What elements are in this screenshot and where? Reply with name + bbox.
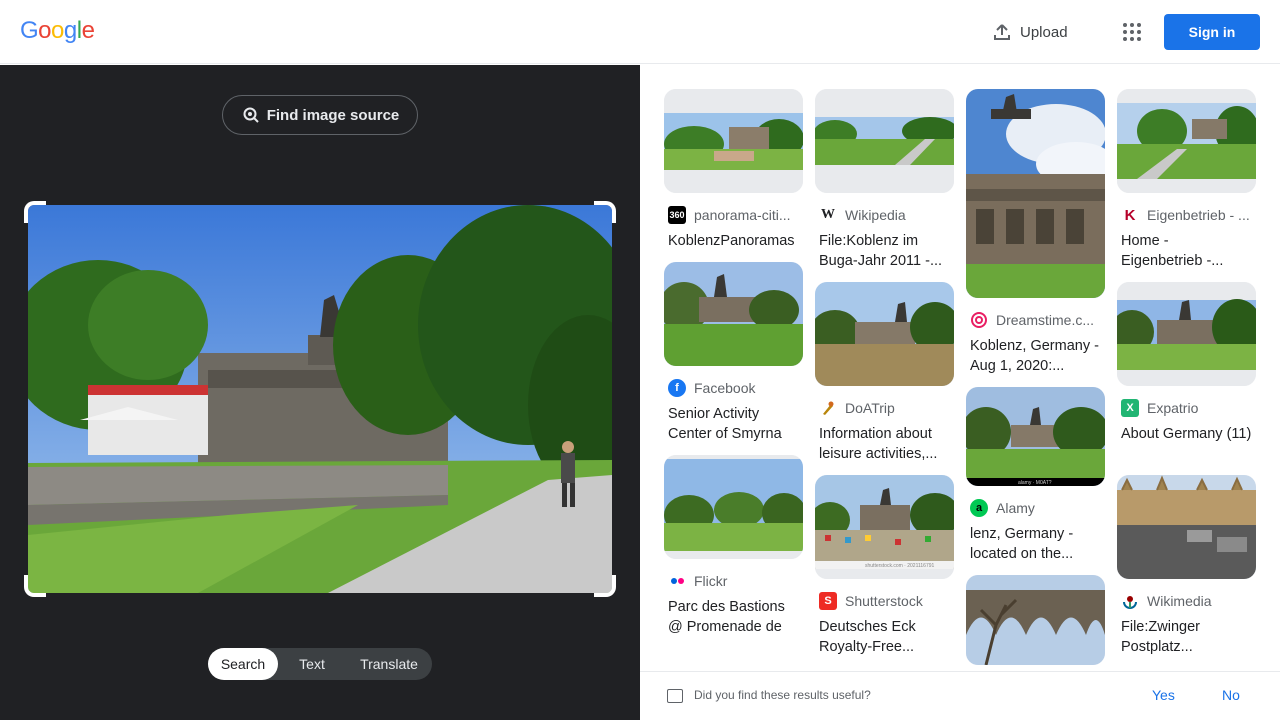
expatrio-icon: X — [1121, 399, 1139, 417]
result-source: X Expatrio — [1121, 398, 1256, 418]
result-source: W Wikipedia — [819, 206, 906, 224]
result-thumbnail — [1117, 89, 1256, 193]
result-title: Information about leisure activities,... — [819, 426, 938, 462]
result-source: Wikimedia — [1121, 591, 1256, 611]
result-thumbnail — [1117, 475, 1256, 579]
doatrip-icon — [819, 399, 837, 417]
result-thumbnail — [664, 89, 803, 193]
feedback-no-button[interactable]: No — [1222, 687, 1240, 703]
result-thumbnail — [664, 262, 803, 366]
logo-letter: e — [81, 17, 95, 44]
tab-translate[interactable]: Translate — [346, 648, 432, 680]
result-card[interactable]: 360 panorama-citi... KoblenzPanoramas — [664, 89, 803, 251]
feedback-bar: Did you find these results useful? Yes N… — [640, 671, 1280, 720]
crop-frame[interactable] — [24, 201, 616, 597]
crop-corner-bottom-right[interactable] — [594, 575, 616, 597]
results-column: Dreamstime.c... Koblenz, Germany - Aug 1… — [966, 89, 1105, 665]
result-card[interactable]: DoATrip Information about leisure activi… — [815, 282, 954, 464]
logo-letter: g — [63, 17, 77, 44]
svg-text:shutterstock.com · 2021116791: shutterstock.com · 2021116791 — [865, 563, 935, 569]
result-card[interactable]: Wikimedia File:Zwinger Postplatz... — [1117, 475, 1256, 657]
result-title: KoblenzPanoramas — [668, 233, 795, 249]
result-source: 360 panorama-citi... — [668, 206, 791, 224]
result-card[interactable]: shutterstock.com · 2021116791 S Shutters… — [815, 475, 954, 657]
result-source: S Shutterstock — [819, 591, 954, 611]
result-card[interactable]: K Eigenbetrieb - ... Home - Eigenbetrieb… — [1117, 89, 1256, 271]
result-card[interactable]: f Facebook Senior Activity Center of Smy… — [664, 262, 803, 444]
result-title: Deutsches Eck Royalty-Free... — [819, 619, 916, 655]
logo-letter: o — [51, 17, 64, 44]
find-image-source-button[interactable]: Find image source — [222, 95, 418, 135]
results-column: K Eigenbetrieb - ... Home - Eigenbetrieb… — [1117, 89, 1256, 657]
result-source: Dreamstime.c... — [970, 310, 1105, 330]
query-image-panel: Find image source Search Text Translate — [0, 65, 640, 720]
results-column: W Wikipedia File:Koblenz im Buga-Jahr 20… — [815, 89, 954, 657]
find-image-source-label: Find image source — [266, 106, 400, 124]
result-thumbnail — [815, 89, 954, 193]
google-logo[interactable]: Google — [20, 17, 95, 45]
result-source: DoATrip — [819, 398, 954, 418]
result-thumbnail: shutterstock.com · 2021116791 — [815, 475, 954, 579]
feedback-question: Did you find these results useful? — [694, 688, 871, 702]
result-title: Home - Eigenbetrieb -... — [1121, 233, 1224, 269]
result-thumbnail — [1117, 282, 1256, 386]
alamy-icon: a — [970, 499, 988, 517]
query-photo — [28, 205, 612, 593]
result-thumbnail — [664, 455, 803, 559]
result-thumbnail — [966, 89, 1105, 298]
result-title: File:Zwinger Postplatz... — [1121, 619, 1200, 655]
panorama-favicon-icon: 360 — [668, 206, 686, 224]
upload-label: Upload — [1020, 23, 1068, 41]
top-header: Google Upload Sign in — [0, 0, 1280, 64]
upload-button[interactable]: Upload — [992, 20, 1068, 44]
logo-letter: G — [20, 17, 39, 44]
result-card[interactable]: Dreamstime.c... Koblenz, Germany - Aug 1… — [966, 89, 1105, 376]
result-card[interactable] — [966, 575, 1105, 665]
shutterstock-icon: S — [819, 592, 837, 610]
result-title: Koblenz, Germany - Aug 1, 2020:... — [970, 338, 1099, 374]
wikipedia-icon: W — [819, 206, 837, 224]
result-source: f Facebook — [668, 378, 803, 398]
tab-search[interactable]: Search — [208, 648, 278, 680]
sign-in-button[interactable]: Sign in — [1164, 14, 1260, 50]
dreamstime-icon — [970, 311, 988, 329]
feedback-yes-button[interactable]: Yes — [1152, 687, 1175, 703]
result-thumbnail: alamy · M0AT? — [966, 387, 1105, 486]
result-source: a Alamy — [970, 498, 1105, 518]
wikimedia-icon — [1121, 592, 1139, 610]
result-thumbnail — [966, 575, 1105, 665]
feedback-icon — [667, 689, 683, 703]
mode-switcher: Search Text Translate — [208, 648, 432, 680]
logo-letter: o — [38, 17, 52, 44]
crop-corner-bottom-left[interactable] — [24, 575, 46, 597]
result-source: Flickr — [668, 571, 803, 591]
results-column: 360 panorama-citi... KoblenzPanoramas f … — [664, 89, 803, 637]
tab-text[interactable]: Text — [278, 648, 346, 680]
eigenbetrieb-icon: K — [1121, 206, 1139, 224]
result-title: File:Koblenz im Buga-Jahr 2011 -... — [819, 233, 943, 269]
result-title: lenz, Germany - located on the... — [970, 526, 1074, 562]
lens-search-icon — [243, 107, 259, 123]
visual-matches-panel: 360 panorama-citi... KoblenzPanoramas f … — [640, 65, 1280, 720]
result-card[interactable]: Flickr Parc des Bastions @ Promenade de … — [664, 455, 803, 637]
result-title: About Germany (11) — [1121, 426, 1252, 442]
result-title: Parc des Bastions @ Promenade de l... — [668, 599, 785, 635]
apps-grid-icon[interactable] — [1120, 20, 1144, 44]
result-card[interactable]: W Wikipedia File:Koblenz im Buga-Jahr 20… — [815, 89, 954, 271]
result-card[interactable]: alamy · M0AT? a Alamy lenz, Germany - lo… — [966, 387, 1105, 564]
flickr-icon — [668, 572, 686, 590]
facebook-icon: f — [668, 379, 686, 397]
crop-corner-top-right[interactable] — [594, 201, 616, 223]
result-thumbnail — [815, 282, 954, 386]
svg-text:alamy · M0AT?: alamy · M0AT? — [1018, 480, 1052, 486]
result-card[interactable]: X Expatrio About Germany (11) — [1117, 282, 1256, 464]
upload-icon — [994, 24, 1010, 40]
result-title: Senior Activity Center of Smyrna — [668, 406, 782, 442]
result-source: K Eigenbetrieb - ... — [1121, 205, 1256, 225]
crop-corner-top-left[interactable] — [24, 201, 46, 223]
